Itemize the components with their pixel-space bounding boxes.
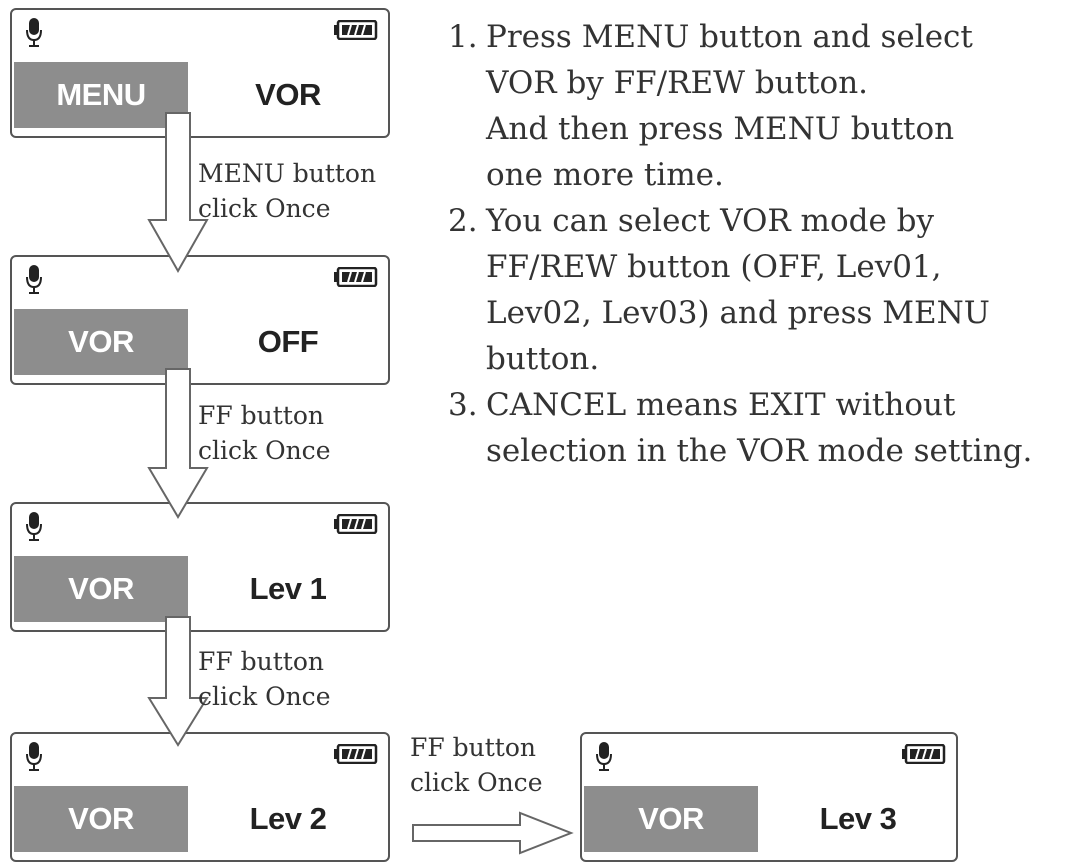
battery-icon [334, 514, 378, 534]
screen-label: VOR [14, 556, 188, 622]
step-line-1: MENU button [198, 159, 377, 188]
screen-value: Lev 3 [819, 801, 897, 836]
instruction-line: button. [486, 341, 600, 377]
battery-icon [334, 744, 378, 764]
microphone-icon [26, 265, 42, 294]
instruction-line: FF/REW button (OFF, Lev01, [486, 249, 942, 285]
instruction-number: 1. [448, 19, 478, 55]
step-line-1: FF button [410, 733, 536, 762]
instruction-number: 2. [448, 203, 478, 239]
instruction-line: one more time. [486, 157, 724, 193]
screen-value: Lev 2 [249, 801, 327, 836]
microphone-icon [26, 512, 42, 541]
step-line-2: click Once [410, 768, 543, 797]
screen-vor-lev2: VOR Lev 2 [10, 732, 390, 862]
instruction-line: VOR by FF/REW button. [486, 65, 869, 101]
screen-vor-lev1: VOR Lev 1 [10, 502, 390, 632]
instruction-line: Press MENU button and select [486, 19, 973, 55]
screen-vor-lev3: VOR Lev 3 [580, 732, 958, 862]
step-line-2: click Once [198, 194, 331, 223]
instruction-item: 3. CANCEL means EXIT without selection i… [448, 382, 1078, 474]
battery-icon [334, 267, 378, 287]
step-line-2: click Once [198, 436, 331, 465]
instruction-line: And then press MENU button [486, 111, 955, 147]
step-line-1: FF button [198, 401, 324, 430]
microphone-icon [596, 742, 612, 771]
right-arrow [412, 811, 574, 855]
screen-vor-off: VOR OFF [10, 255, 390, 385]
step-line-1: FF button [198, 647, 324, 676]
screen-label: VOR [14, 309, 188, 375]
screen-value: OFF [257, 324, 319, 359]
instruction-line: CANCEL means EXIT without [486, 387, 956, 423]
instruction-number: 3. [448, 387, 478, 423]
step-line-2: click Once [198, 682, 331, 711]
screen-value: VOR [255, 77, 321, 112]
screen-label: VOR [584, 786, 758, 852]
battery-icon [334, 20, 378, 40]
step-annotation-4: FF button click Once [410, 730, 542, 800]
step-annotation-1: MENU button click Once [198, 156, 376, 226]
instruction-line: selection in the VOR mode setting. [486, 433, 1033, 469]
battery-icon [902, 744, 946, 764]
instruction-item: 1. Press MENU button and select VOR by F… [448, 14, 1078, 198]
step-annotation-2: FF button click Once [198, 398, 330, 468]
instruction-item: 2. You can select VOR mode by FF/REW but… [448, 198, 1078, 382]
instructions-list: 1. Press MENU button and select VOR by F… [448, 14, 1078, 474]
screen-label: VOR [14, 786, 188, 852]
step-annotation-3: FF button click Once [198, 644, 330, 714]
microphone-icon [26, 18, 42, 47]
instruction-line: Lev02, Lev03) and press MENU [486, 295, 990, 331]
microphone-icon [26, 742, 42, 771]
screen-value: Lev 1 [249, 571, 327, 606]
instruction-line: You can select VOR mode by [486, 203, 935, 239]
